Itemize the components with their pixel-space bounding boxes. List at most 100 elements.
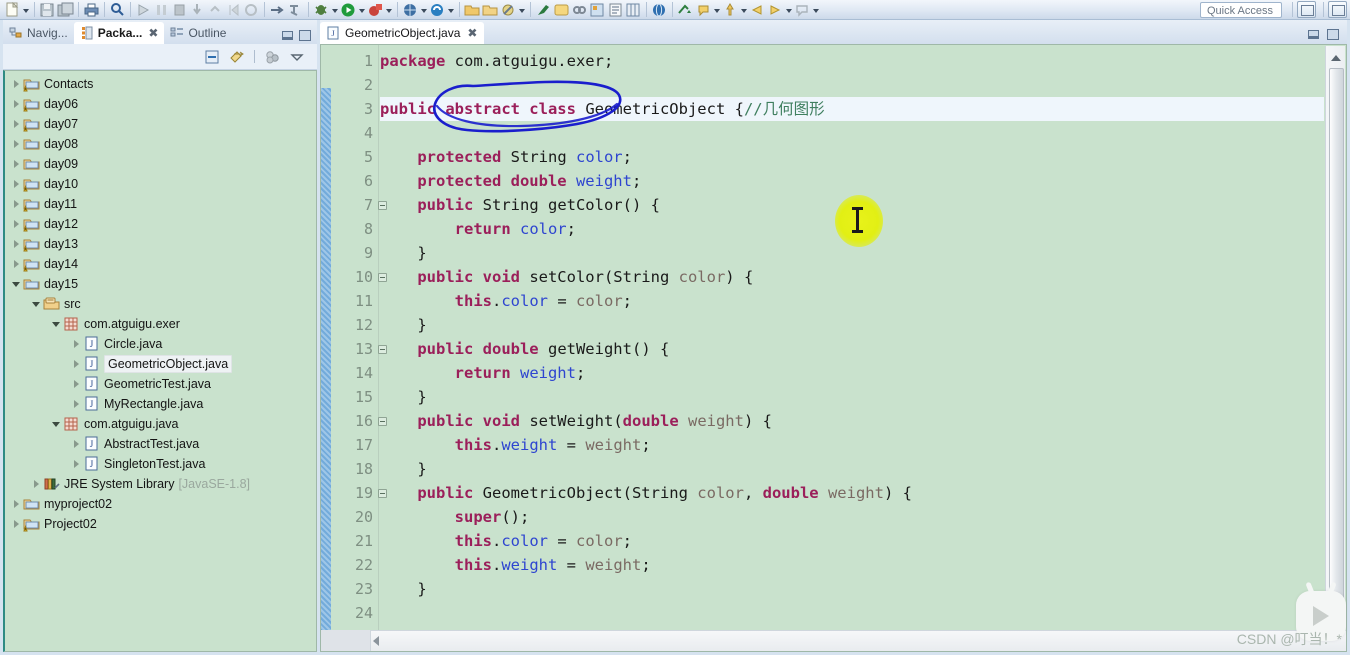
tree-item[interactable]: day15	[5, 274, 316, 294]
run-last-tool-icon[interactable]	[135, 2, 152, 18]
save-icon[interactable]	[39, 2, 56, 18]
chevron-down-icon[interactable]	[31, 297, 43, 311]
tree-item[interactable]: day09	[5, 154, 316, 174]
view-menu-icon[interactable]	[289, 49, 305, 65]
collapse-all-icon[interactable]	[204, 49, 220, 65]
code-line[interactable]: protected double weight;	[380, 169, 1324, 193]
tree-item[interactable]: J AbstractTest.java	[5, 434, 316, 454]
code-line[interactable]: return weight;	[380, 361, 1324, 385]
tree-item[interactable]: day10	[5, 174, 316, 194]
chevron-right-icon[interactable]	[11, 257, 23, 271]
tree-item[interactable]: Contacts	[5, 74, 316, 94]
forward-dropdown-arrow[interactable]	[785, 2, 793, 18]
chevron-down-icon[interactable]	[11, 277, 23, 291]
debug-dropdown-arrow[interactable]	[331, 2, 339, 18]
code-line[interactable]: public GeometricObject(String color, dou…	[380, 481, 1324, 505]
code-line[interactable]: public abstract class GeometricObject {/…	[380, 97, 1324, 121]
globe-search-icon[interactable]	[651, 2, 668, 18]
tree-item[interactable]: J Circle.java	[5, 334, 316, 354]
back-icon[interactable]	[749, 2, 766, 18]
save-all-icon[interactable]	[57, 2, 74, 18]
chevron-right-icon[interactable]	[11, 197, 23, 211]
tab-outline[interactable]: Outline	[164, 22, 232, 44]
java-browsing-icon[interactable]	[589, 2, 606, 18]
chevron-right-icon[interactable]	[71, 457, 83, 471]
last-edit-dropdown-arrow[interactable]	[740, 2, 748, 18]
step-over-icon[interactable]	[153, 2, 170, 18]
debug-bug-icon[interactable]	[313, 2, 330, 18]
tree-item[interactable]: day08	[5, 134, 316, 154]
resume-icon[interactable]	[225, 2, 242, 18]
chevron-right-icon[interactable]	[11, 237, 23, 251]
forward-icon[interactable]	[767, 2, 784, 18]
chevron-right-icon[interactable]	[11, 177, 23, 191]
new-file-icon[interactable]	[4, 1, 21, 18]
tree-item[interactable]: J GeometricTest.java	[5, 374, 316, 394]
code-line[interactable]: this.weight = weight;	[380, 433, 1324, 457]
chevron-right-icon[interactable]	[11, 217, 23, 231]
code-line[interactable]: this.color = color;	[380, 529, 1324, 553]
pin-editor-dropdown-arrow[interactable]	[812, 2, 820, 18]
print-icon[interactable]	[83, 2, 100, 18]
code-line[interactable]: }	[380, 313, 1324, 337]
code-line[interactable]: super();	[380, 505, 1324, 529]
tree-item[interactable]: com.atguigu.java	[5, 414, 316, 434]
code-line[interactable]	[380, 121, 1324, 145]
editor-vertical-scrollbar[interactable]	[1325, 46, 1345, 631]
last-edit-location-icon[interactable]	[722, 2, 739, 18]
tree-item[interactable]: day14	[5, 254, 316, 274]
open-folder-2-icon[interactable]	[482, 2, 499, 18]
new-java-project-icon[interactable]	[269, 2, 286, 18]
code-line[interactable]: }	[380, 385, 1324, 409]
search-reference-icon[interactable]	[677, 2, 694, 18]
new-class-icon[interactable]	[500, 2, 517, 18]
scroll-up-arrow-icon[interactable]	[1331, 55, 1341, 61]
code-editor[interactable]: 1 2 3 4 5 6 7 8 9 10 11 12 13 14 15 16 17 18 19 20 21 22 23 24 …	[320, 44, 1347, 652]
paint-brush-icon[interactable]	[535, 2, 552, 18]
java-perspective-button[interactable]	[1328, 1, 1347, 18]
open-type-icon[interactable]	[287, 2, 304, 18]
next-annotation-dropdown-arrow[interactable]	[713, 2, 721, 18]
tree-item[interactable]: day07	[5, 114, 316, 134]
link-with-editor-icon[interactable]	[229, 49, 245, 65]
chevron-right-icon[interactable]	[11, 137, 23, 151]
code-line[interactable]: this.weight = weight;	[380, 553, 1324, 577]
run-dropdown-arrow[interactable]	[358, 2, 366, 18]
highlight-tool-icon[interactable]	[553, 2, 570, 18]
next-annotation-icon[interactable]	[695, 2, 712, 18]
tree-item[interactable]: src	[5, 294, 316, 314]
code-line[interactable]: protected String color;	[380, 145, 1324, 169]
tree-item[interactable]: day13	[5, 234, 316, 254]
tree-item[interactable]: J MyRectangle.java	[5, 394, 316, 414]
close-icon[interactable]: ✖	[467, 26, 477, 40]
tree-item[interactable]: J SingletonTest.java	[5, 454, 316, 474]
tree-item[interactable]: day12	[5, 214, 316, 234]
restore-icon[interactable]	[1327, 29, 1339, 40]
code-line[interactable]: this.color = color;	[380, 289, 1324, 313]
step-return-icon[interactable]	[207, 2, 224, 18]
tab-navigator[interactable]: Navig...	[3, 22, 74, 44]
chevron-right-icon[interactable]	[71, 437, 83, 451]
close-icon[interactable]: ✖	[148, 26, 158, 40]
open-perspective-button[interactable]	[1297, 1, 1316, 18]
source-code-text[interactable]: package com.atguigu.exer; public abstrac…	[380, 45, 1324, 631]
external-tools-dropdown-arrow[interactable]	[420, 2, 428, 18]
pin-editor-icon[interactable]	[794, 2, 811, 18]
structure-icon[interactable]	[625, 2, 642, 18]
chevron-right-icon[interactable]	[11, 97, 23, 111]
scroll-left-arrow-icon[interactable]	[373, 636, 379, 646]
chevron-right-icon[interactable]	[11, 157, 23, 171]
chevron-down-icon[interactable]	[51, 417, 63, 431]
tree-item[interactable]: com.atguigu.exer	[5, 314, 316, 334]
step-into-icon[interactable]	[189, 2, 206, 18]
external-tools-icon[interactable]	[402, 2, 419, 18]
coverage-icon[interactable]	[367, 2, 384, 18]
package-explorer-tree[interactable]: Contacts day06 day07 day08 day09 day10 day11 da…	[3, 70, 317, 652]
tree-item[interactable]: J GeometricObject.java	[5, 354, 316, 374]
view-menu-group-icon[interactable]	[264, 49, 280, 65]
editor-tab-geometricobject[interactable]: J GeometricObject.java ✖	[320, 22, 485, 44]
tree-item[interactable]: myproject02	[5, 494, 316, 514]
code-line[interactable]: public void setWeight(double weight) {	[380, 409, 1324, 433]
new-class-dropdown-arrow[interactable]	[518, 2, 526, 18]
open-folder-icon[interactable]	[464, 2, 481, 18]
